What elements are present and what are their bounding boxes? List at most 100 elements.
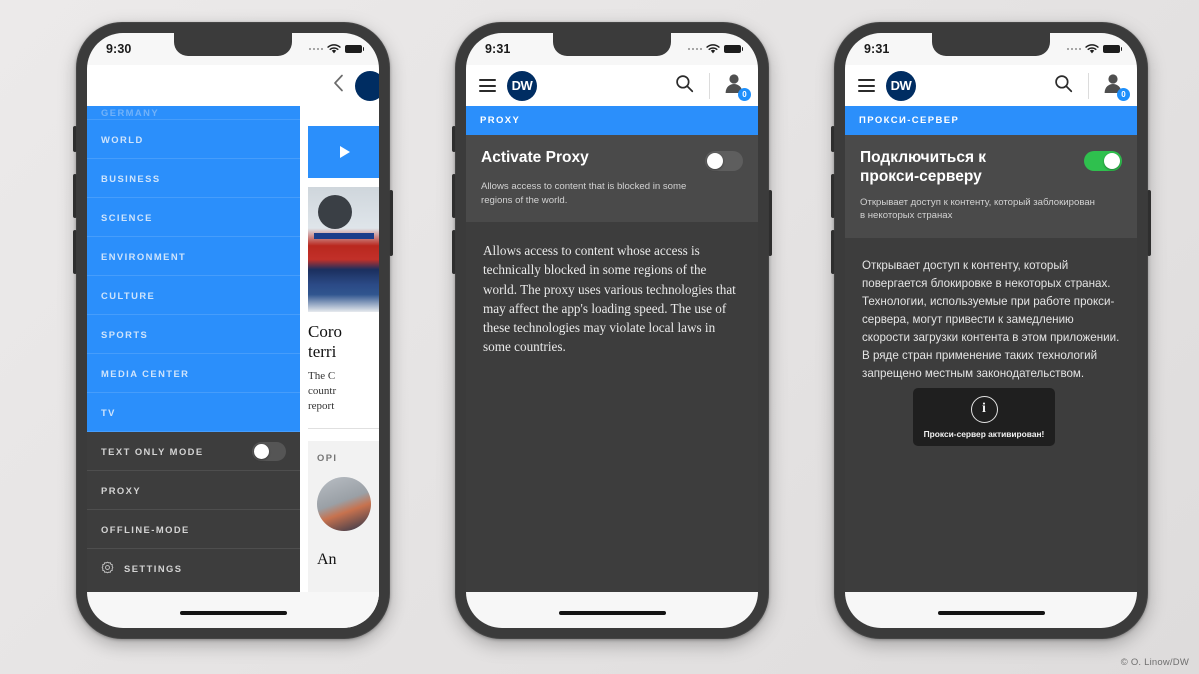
sidebar-item-tv[interactable]: TV bbox=[87, 393, 300, 432]
activate-proxy-toggle[interactable] bbox=[705, 151, 743, 171]
dw-logo-3[interactable]: DW bbox=[886, 70, 916, 101]
signal-dots-icon-3 bbox=[1066, 47, 1081, 51]
text-only-mode-toggle[interactable] bbox=[252, 441, 286, 461]
status-clock-3: 9:31 bbox=[864, 42, 890, 56]
volume-up-button-2[interactable] bbox=[452, 174, 456, 218]
home-indicator-area-3 bbox=[845, 592, 1137, 628]
play-icon bbox=[340, 146, 350, 158]
home-indicator-1[interactable] bbox=[179, 610, 287, 615]
status-clock-1: 9:30 bbox=[106, 42, 132, 56]
sidebar-item-proxy[interactable]: PROXY bbox=[87, 471, 300, 510]
hamburger-icon[interactable] bbox=[858, 79, 875, 92]
mute-switch-1[interactable] bbox=[73, 126, 77, 152]
volume-up-button-3[interactable] bbox=[831, 174, 835, 218]
sidebar-item-label: SETTINGS bbox=[124, 563, 183, 574]
sidebar-item-label: SCIENCE bbox=[101, 211, 153, 223]
dw-logo-2[interactable]: DW bbox=[507, 70, 537, 101]
setting-title-3: Подключиться к прокси-серверу bbox=[860, 149, 987, 185]
mute-switch-3[interactable] bbox=[831, 126, 835, 152]
headline-line-2: terri bbox=[308, 342, 337, 362]
opinion-card[interactable]: OPI An bbox=[308, 440, 379, 612]
article-feed-peek-1[interactable]: Coro terri The C countr report OPI An bbox=[300, 106, 379, 628]
article-image bbox=[308, 187, 379, 312]
sidebar-item-text-only-mode[interactable]: TEXT ONLY MODE bbox=[87, 432, 300, 471]
power-button-2[interactable] bbox=[768, 190, 772, 256]
setting-subtitle-3: Открывает доступ к контенту, который заб… bbox=[860, 196, 1095, 222]
sidebar-item-settings[interactable]: SETTINGS bbox=[87, 549, 300, 588]
search-icon[interactable] bbox=[1054, 74, 1073, 98]
teaser-line-2: countr bbox=[308, 385, 337, 398]
user-icon[interactable]: 0 bbox=[1102, 72, 1130, 101]
power-button-3[interactable] bbox=[1147, 190, 1151, 256]
sidebar-item-culture[interactable]: CULTURE bbox=[87, 276, 300, 315]
home-indicator-2[interactable] bbox=[558, 610, 666, 615]
wifi-icon-1 bbox=[327, 43, 341, 53]
sidebar-item-sports[interactable]: SPORTS bbox=[87, 315, 300, 354]
section-title-3: ПРОКСИ-СЕРВЕР bbox=[845, 106, 1137, 135]
sidebar-item-media-center[interactable]: MEDIA CENTER bbox=[87, 354, 300, 393]
sidebar-item-label: SPORTS bbox=[101, 328, 149, 340]
sidebar-item-offline-mode[interactable]: OFFLINE-MODE bbox=[87, 510, 300, 549]
sidebar-item-label: TEXT ONLY MODE bbox=[101, 445, 204, 457]
article-headline[interactable]: Coro terri bbox=[308, 322, 379, 362]
proxy-setting-card-3: Подключиться к прокси-серверу Открывает … bbox=[845, 135, 1137, 239]
volume-down-button-3[interactable] bbox=[831, 230, 835, 274]
hamburger-icon[interactable] bbox=[479, 79, 496, 92]
opinion-kicker: OPI bbox=[317, 451, 338, 463]
sidebar-item-science[interactable]: SCIENCE bbox=[87, 198, 300, 237]
toggle-knob bbox=[254, 443, 269, 459]
wifi-icon-2 bbox=[706, 43, 720, 53]
app-header-3: DW 0 bbox=[845, 65, 1137, 106]
user-icon[interactable]: 0 bbox=[723, 72, 751, 101]
toast-notification: i Прокси-сервер активирован! bbox=[913, 388, 1055, 446]
home-indicator-area-2 bbox=[466, 592, 758, 628]
video-thumbnail[interactable] bbox=[308, 126, 379, 178]
feed-divider bbox=[308, 427, 379, 429]
sidebar-item-label: PROXY bbox=[101, 484, 142, 496]
sidebar-item-germany[interactable]: GERMANY bbox=[87, 106, 300, 120]
phone-screen-2: 9:31 DW 0 PROXY Activate Proxy Allows ac… bbox=[466, 33, 758, 628]
status-clock-2: 9:31 bbox=[485, 42, 511, 56]
chevron-left-icon[interactable] bbox=[333, 74, 344, 97]
battery-icon-2 bbox=[724, 44, 744, 54]
headline-line-1: Coro bbox=[308, 322, 342, 341]
toggle-knob bbox=[1104, 153, 1120, 169]
proxy-description-2: Allows access to content whose access is… bbox=[483, 243, 736, 354]
toggle-knob bbox=[707, 153, 723, 169]
signal-dots-icon-2 bbox=[687, 47, 702, 51]
proxy-description-3: Открывает доступ к контенту, который пов… bbox=[862, 259, 1120, 380]
navigation-drawer-1: GERMANY WORLD BUSINESS SCIENCE ENVIRONME bbox=[87, 106, 300, 628]
teaser-line-3: report bbox=[308, 400, 335, 413]
sidebar-item-world[interactable]: WORLD bbox=[87, 120, 300, 159]
screenshot-stage: 9:30 GERMANY WORLD BUSINESS SCIENCE ENVI… bbox=[0, 0, 1199, 674]
search-icon[interactable] bbox=[675, 74, 694, 98]
wifi-icon-3 bbox=[1085, 43, 1099, 53]
app-header-1 bbox=[87, 65, 379, 106]
header-divider-2 bbox=[709, 72, 710, 99]
sidebar-item-environment[interactable]: ENVIRONMENT bbox=[87, 237, 300, 276]
screen-content-3: Подключиться к прокси-серверу Открывает … bbox=[845, 135, 1137, 628]
volume-down-button-2[interactable] bbox=[452, 230, 456, 274]
sidebar-item-label: CULTURE bbox=[101, 289, 156, 301]
home-indicator-3[interactable] bbox=[937, 610, 1045, 615]
image-credit: © O. Linow/DW bbox=[1120, 657, 1189, 668]
sidebar-item-business[interactable]: BUSINESS bbox=[87, 159, 300, 198]
notification-badge-2: 0 bbox=[738, 88, 751, 101]
volume-up-button-1[interactable] bbox=[73, 174, 77, 218]
setting-subtitle-2: Allows access to content that is blocked… bbox=[481, 181, 687, 206]
connect-proxy-toggle[interactable] bbox=[1084, 151, 1122, 171]
dw-logo-1[interactable] bbox=[355, 70, 379, 101]
section-title-2: PROXY bbox=[466, 106, 758, 135]
gear-icon bbox=[101, 561, 114, 576]
battery-icon-1 bbox=[345, 44, 365, 54]
drawer-layout-1: GERMANY WORLD BUSINESS SCIENCE ENVIRONME bbox=[87, 106, 379, 628]
status-icons-1 bbox=[308, 43, 365, 55]
device-notch-2 bbox=[553, 33, 671, 56]
volume-down-button-1[interactable] bbox=[73, 230, 77, 274]
opinion-headline: An bbox=[317, 550, 337, 568]
screen-content-2: Activate Proxy Allows access to content … bbox=[466, 135, 758, 628]
phone-device-3: 9:31 DW 0 ПРОКСИ-СЕРВЕР Подключиться к п… bbox=[831, 22, 1151, 639]
power-button-1[interactable] bbox=[389, 190, 393, 256]
mute-switch-2[interactable] bbox=[452, 126, 456, 152]
article-teaser: The C countr report bbox=[308, 369, 379, 415]
